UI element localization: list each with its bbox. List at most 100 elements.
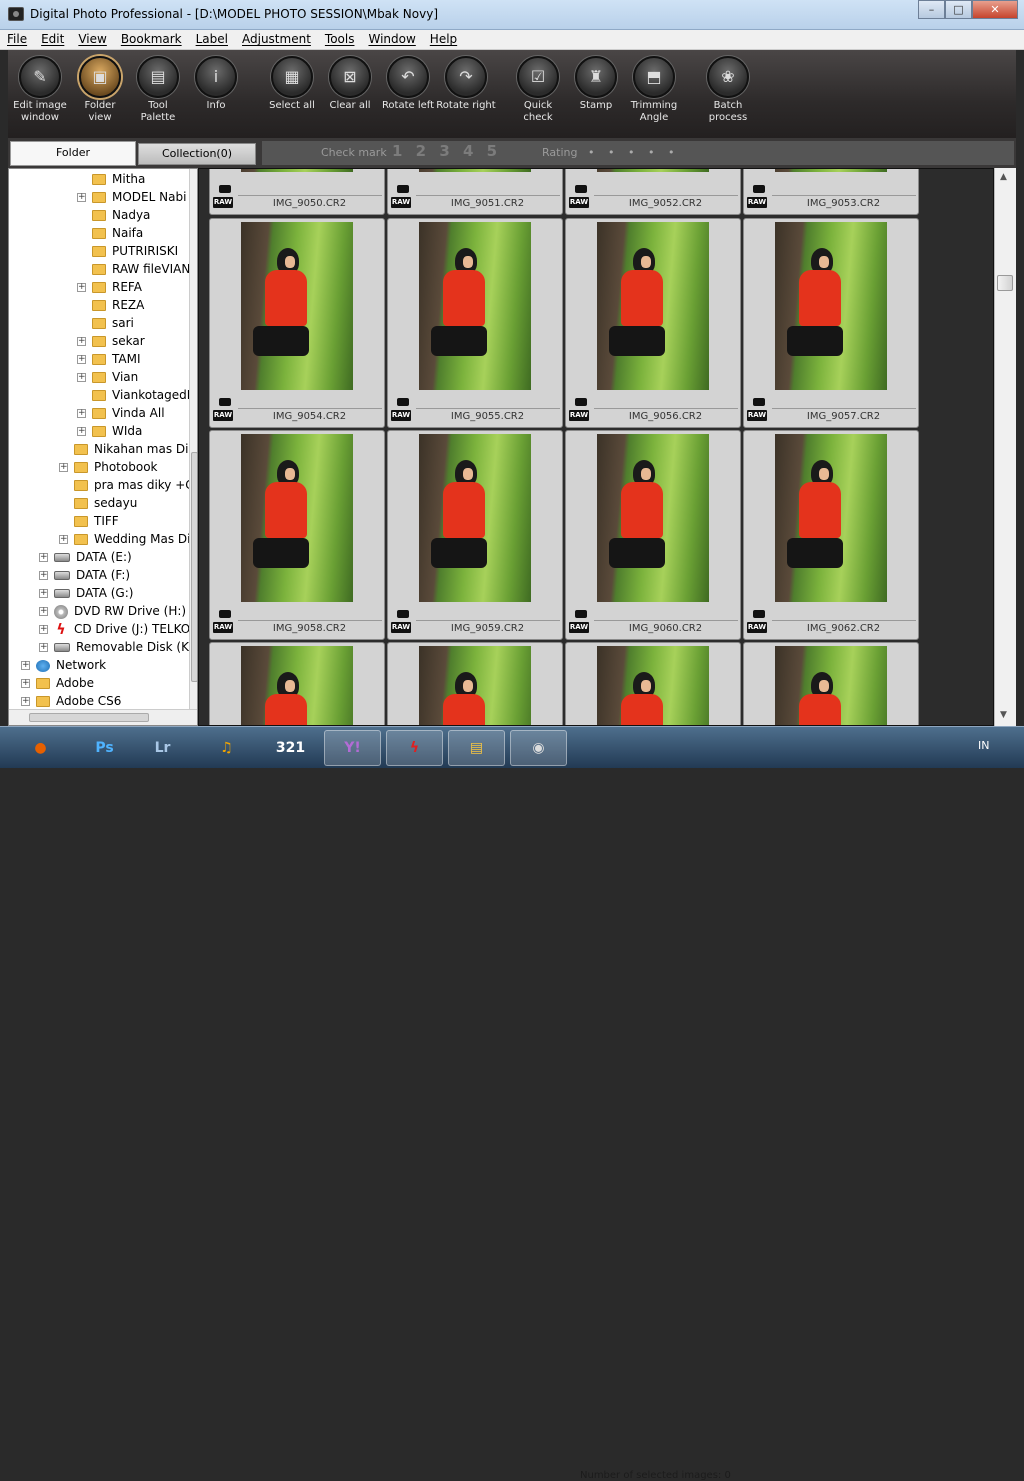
thumbnail-cell[interactable]: RAW IMG_9053.CR2 [743,169,919,215]
tree-item[interactable]: sedayu [74,494,137,512]
tree-item[interactable]: PUTRIRISKI [92,242,178,260]
select-all-button[interactable]: ▦ Select all [262,56,322,112]
tree-item[interactable]: + Photobook [59,458,157,476]
tree-item[interactable]: ViankotagedH [92,386,196,404]
expand-icon[interactable]: + [59,535,68,544]
scroll-up-arrow-icon[interactable]: ▲ [1000,172,1007,182]
thumbnail-image[interactable] [419,222,531,390]
expand-icon[interactable]: + [77,427,86,436]
expand-icon[interactable]: + [21,661,30,670]
thumbnail-cell[interactable]: RAW IMG_9054.CR2 [209,218,385,428]
thumbnail-image[interactable] [775,434,887,602]
thumbnail-image[interactable] [419,434,531,602]
flash-icon[interactable]: ϟ [386,730,443,766]
tree-item[interactable]: Nikahan mas Dik [74,440,195,458]
lightroom-icon[interactable]: Lr [134,730,191,766]
tree-item[interactable]: REZA [92,296,144,314]
tree-item[interactable]: + Wedding Mas Di [59,530,191,548]
tree-item[interactable]: + Removable Disk (K:) [39,638,197,656]
thumbnail-cell[interactable] [565,642,741,725]
expand-icon[interactable]: + [39,571,48,580]
maximize-button[interactable]: □ [945,0,972,19]
grid-vertical-scrollbar[interactable]: ▲ ▼ [994,168,1016,726]
close-button[interactable]: ✕ [972,0,1018,19]
expand-icon[interactable]: + [39,607,48,616]
expand-icon[interactable]: + [77,355,86,364]
thumbnail-image[interactable] [241,434,353,602]
thumbnail-image[interactable] [241,169,353,172]
stamp-button[interactable]: ♜ Stamp [566,56,626,112]
expand-icon[interactable]: + [39,643,48,652]
expand-icon[interactable]: + [77,193,86,202]
thumbnail-image[interactable] [775,646,887,725]
tab-folder[interactable]: Folder [10,141,136,166]
menu-window[interactable]: Window [361,30,422,46]
folder-view-button[interactable]: ▣ Folder view [70,56,130,124]
photoshop-icon[interactable]: Ps [76,730,133,766]
thumbnail-image[interactable] [419,646,531,725]
trimming-angle-button[interactable]: ⬒ Trimming Angle [624,56,684,124]
thumbnail-cell[interactable]: RAW IMG_9052.CR2 [565,169,741,215]
menu-file[interactable]: File [0,30,34,46]
thumbnail-cell[interactable]: RAW IMG_9060.CR2 [565,430,741,640]
tree-item[interactable]: + TAMI [77,350,141,368]
thumbnail-cell[interactable]: RAW IMG_9059.CR2 [387,430,563,640]
tab-collection[interactable]: Collection(0) [138,143,256,165]
thumbnail-cell[interactable]: RAW IMG_9058.CR2 [209,430,385,640]
tree-item[interactable]: + REFA [77,278,142,296]
thumbnail-image[interactable] [597,222,709,390]
thumbnail-cell[interactable]: RAW IMG_9055.CR2 [387,218,563,428]
tree-vertical-scrollbar[interactable] [189,169,197,709]
tree-item[interactable]: + Adobe [21,674,94,692]
expand-icon[interactable]: + [39,625,48,634]
tree-hscroll-thumb[interactable] [29,713,149,722]
thumbnail-image[interactable] [597,646,709,725]
calendar-icon[interactable]: 321 [262,730,319,766]
thumbnail-cell[interactable]: RAW IMG_9057.CR2 [743,218,919,428]
tree-item[interactable]: + MODEL Nabi [77,188,186,206]
expand-icon[interactable]: + [77,337,86,346]
expand-icon[interactable]: + [21,697,30,706]
tree-item[interactable]: + sekar [77,332,145,350]
tree-item[interactable]: + ϟ CD Drive (J:) TELKOM [39,620,197,638]
tree-item[interactable]: Mitha [92,170,145,188]
language-indicator[interactable]: IN [978,739,989,752]
expand-icon[interactable]: + [77,409,86,418]
thumbnail-image[interactable] [597,434,709,602]
tree-item[interactable]: pra mas diky +Cr [74,476,197,494]
thumbnail-cell[interactable] [387,642,563,725]
thumbnail-cell[interactable] [209,642,385,725]
expand-icon[interactable]: + [77,283,86,292]
explorer-icon[interactable]: ▤ [448,730,505,766]
thumbnail-cell[interactable]: RAW IMG_9062.CR2 [743,430,919,640]
expand-icon[interactable]: + [59,463,68,472]
thumbnail-cell[interactable]: RAW IMG_9056.CR2 [565,218,741,428]
batch-process-button[interactable]: ❀ Batch process [698,56,758,124]
menu-help[interactable]: Help [423,30,464,46]
tree-item[interactable]: RAW fileVIAN [92,260,190,278]
tree-item[interactable]: + Network [21,656,106,674]
thumbnail-image[interactable] [775,222,887,390]
dpp-icon[interactable]: ◉ [510,730,567,766]
check-mark-buttons[interactable]: 1 2 3 4 5 [392,142,501,160]
rotate-right-button[interactable]: ↷ Rotate right [436,56,496,112]
rotate-left-button[interactable]: ↶ Rotate left [378,56,438,112]
tree-item[interactable]: sari [92,314,134,332]
quick-check-button[interactable]: ☑ Quick check [508,56,568,124]
tree-scroll-thumb[interactable] [191,452,197,682]
minimize-button[interactable]: – [918,0,945,19]
tree-item[interactable]: + DATA (E:) [39,548,132,566]
tree-item[interactable]: + Vinda All [77,404,165,422]
tree-item[interactable]: + DATA (F:) [39,566,130,584]
tree-item[interactable]: + DATA (G:) [39,584,133,602]
scroll-down-arrow-icon[interactable]: ▼ [1000,710,1007,720]
edit-image-button[interactable]: ✎ Edit image window [10,56,70,124]
menu-edit[interactable]: Edit [34,30,71,46]
headphones-icon[interactable]: ♫ [198,730,255,766]
tree-item[interactable]: + Vian [77,368,138,386]
thumbnail-image[interactable] [241,646,353,725]
thumbnail-cell[interactable]: RAW IMG_9050.CR2 [209,169,385,215]
tree-item[interactable]: + WIda [77,422,142,440]
yahoo-messenger-icon[interactable]: Y! [324,730,381,766]
tree-horizontal-scrollbar[interactable] [9,709,197,725]
